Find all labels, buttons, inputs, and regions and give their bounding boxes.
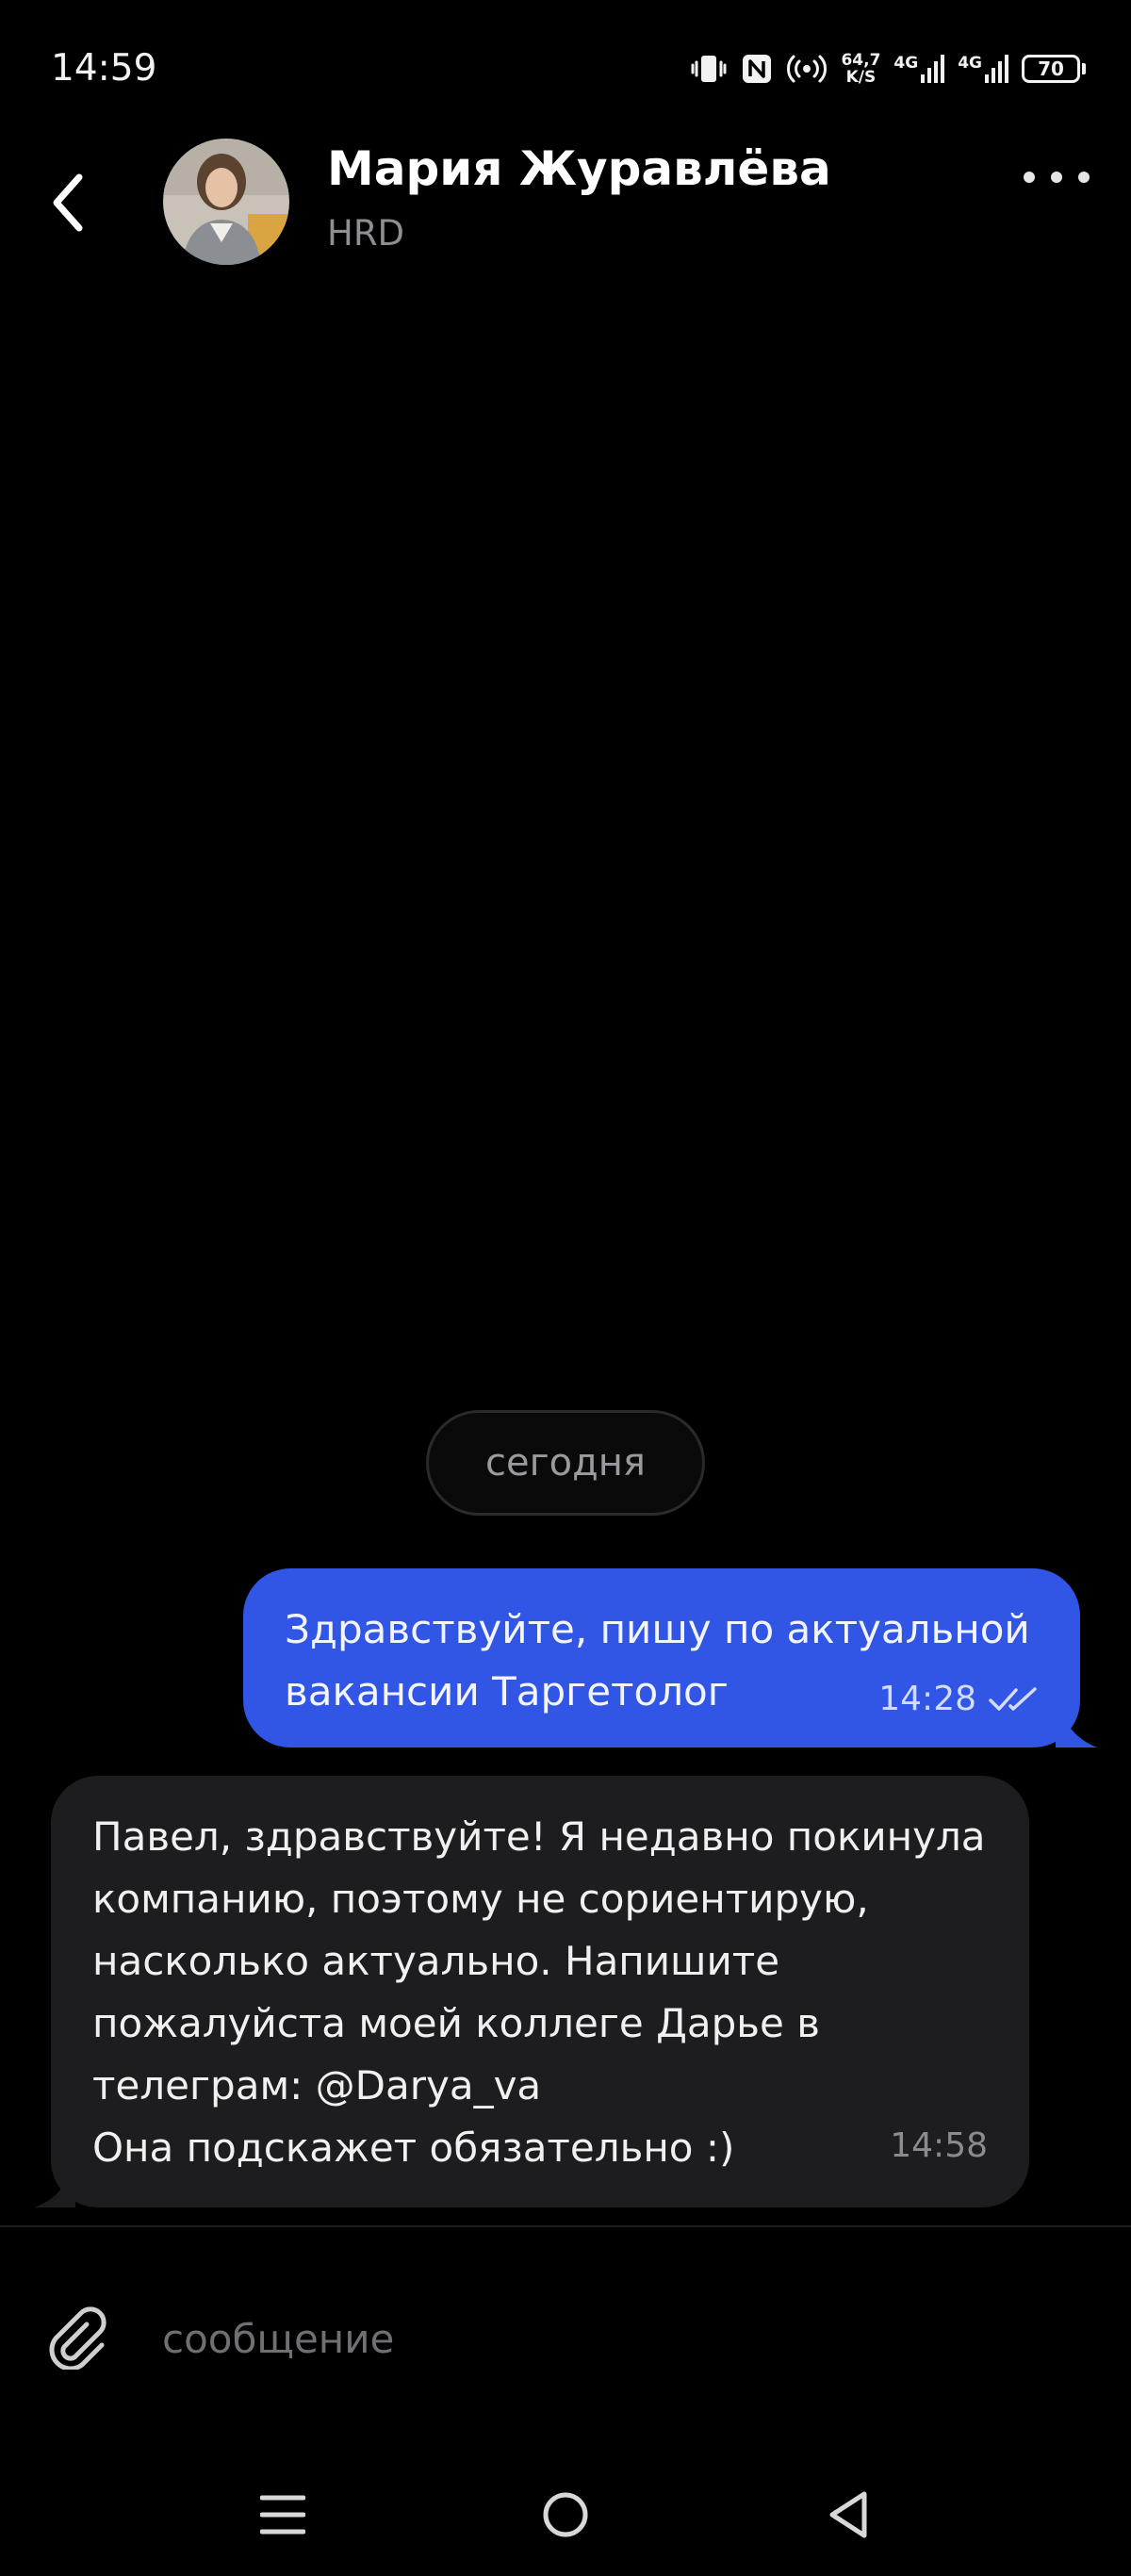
- contact-avatar[interactable]: [163, 139, 289, 265]
- nav-home-button[interactable]: [518, 2477, 613, 2552]
- more-dots-icon: [1024, 172, 1035, 183]
- signal-2: 4G: [958, 54, 1008, 84]
- message-line: Павел, здравствуйте! Я недавно покинула: [92, 1813, 986, 1860]
- contact-name[interactable]: Мария Журавлёва: [327, 141, 831, 196]
- more-dots-icon: [1051, 172, 1062, 183]
- message-line: насколько актуально. Напишите: [92, 1938, 780, 1984]
- contact-role: HRD: [327, 213, 405, 254]
- home-circle-icon: [543, 2492, 588, 2537]
- network-type-1: 4G: [893, 54, 919, 73]
- avatar-photo: [163, 139, 289, 265]
- battery-indicator: 70: [1022, 55, 1086, 83]
- signal-bars-icon: [921, 55, 945, 83]
- incoming-message[interactable]: Павел, здравствуйте! Я недавно покинула …: [51, 1776, 1029, 2207]
- more-options-button[interactable]: [1024, 162, 1090, 192]
- menu-icon: [260, 2495, 305, 2535]
- message-line: пожалуйста моей коллеге Дарье в: [92, 2000, 820, 2046]
- paperclip-icon: [49, 2306, 107, 2371]
- date-separator: сегодня: [426, 1410, 705, 1516]
- vibrate-icon: [691, 56, 727, 82]
- outgoing-message[interactable]: Здравствуйте, пишу по актуальной ваканси…: [243, 1568, 1080, 1747]
- message-line: телеграм: @Darya_va: [92, 2062, 542, 2108]
- message-time: 14:28: [878, 1680, 976, 1718]
- hotspot-icon: [787, 55, 828, 83]
- message-time: 14:58: [890, 2126, 988, 2165]
- back-triangle-icon: [829, 2491, 867, 2538]
- nav-back-button[interactable]: [801, 2477, 895, 2552]
- nfc-icon: [743, 55, 772, 83]
- battery-level: 70: [1022, 55, 1080, 83]
- nav-menu-button[interactable]: [236, 2477, 330, 2552]
- double-check-icon: [989, 1687, 1037, 1711]
- message-line: компанию, поэтому не сориентирую,: [92, 1876, 869, 1922]
- attach-button[interactable]: [45, 2304, 107, 2371]
- battery-tip: [1082, 63, 1086, 74]
- more-dots-icon: [1078, 172, 1090, 183]
- message-line: Она подскажет обязательно :): [92, 2125, 735, 2171]
- speed-value: 64,7: [841, 51, 881, 70]
- speed-unit: K/S: [845, 68, 877, 87]
- status-time: 14:59: [51, 47, 157, 90]
- signal-1: 4G: [893, 54, 945, 84]
- network-speed: 64,7 K/S: [841, 52, 880, 86]
- signal-bars-icon: [985, 55, 1008, 83]
- message-meta: 14:28: [878, 1668, 1041, 1731]
- message-line: Здравствуйте, пишу по актуальной: [285, 1606, 1030, 1652]
- status-icons: 64,7 K/S 4G 4G 70: [690, 47, 1086, 90]
- message-input[interactable]: [162, 2305, 1067, 2371]
- network-type-2: 4G: [958, 54, 982, 73]
- chevron-left-icon: [53, 173, 83, 232]
- back-button[interactable]: [40, 160, 96, 245]
- composer-divider: [0, 2225, 1131, 2227]
